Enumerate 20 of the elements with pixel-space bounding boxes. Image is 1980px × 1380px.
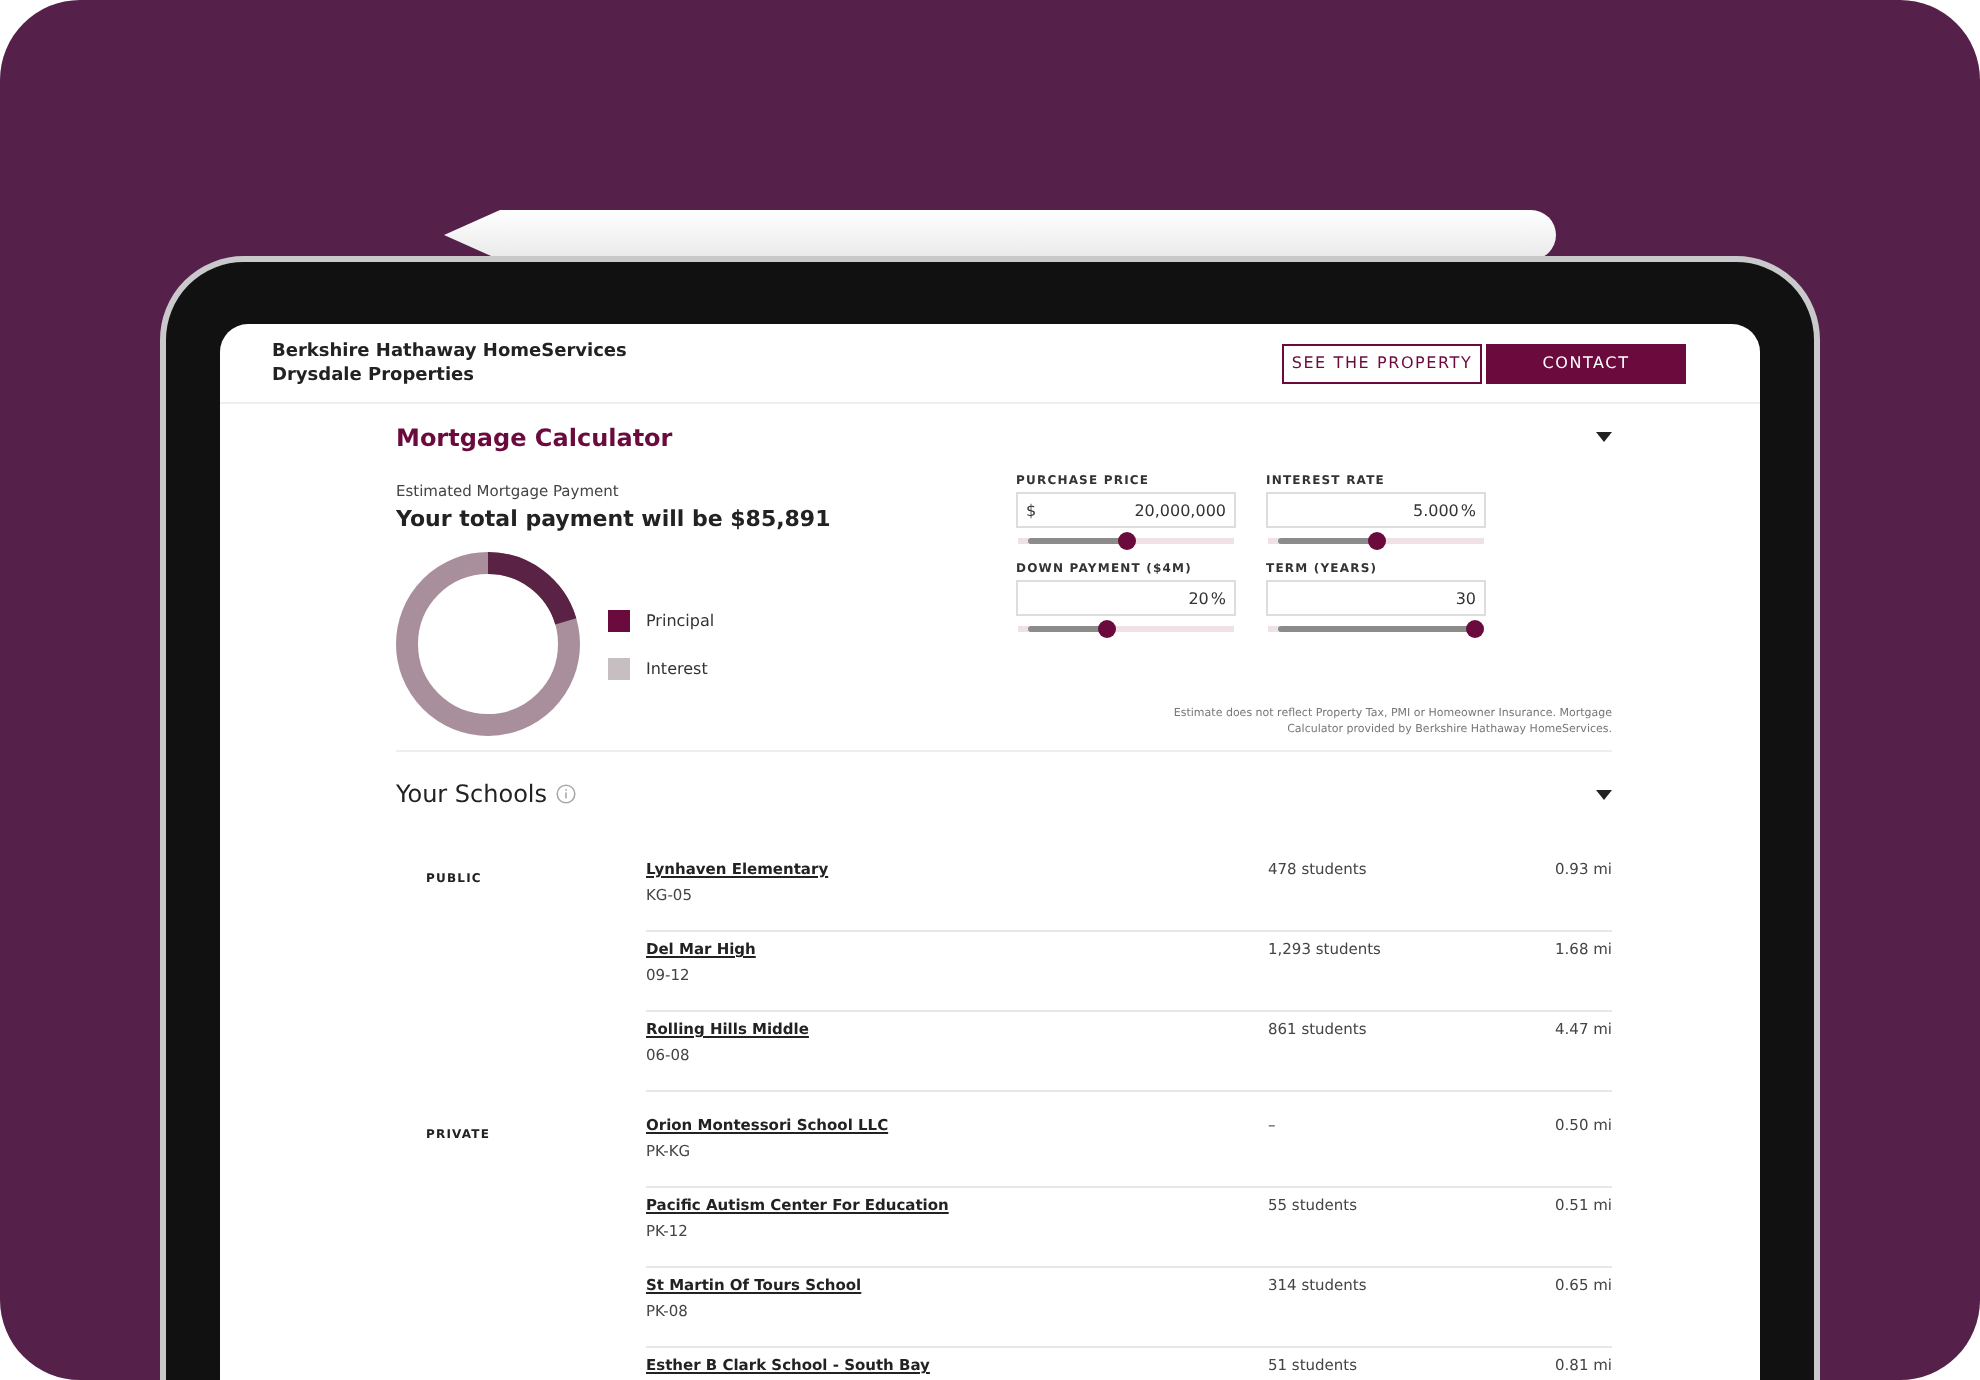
caret-icon[interactable] (1596, 789, 1612, 799)
input-field[interactable]: 30 (1266, 580, 1486, 616)
input-field[interactable]: $ 20,000,000 (1016, 492, 1236, 528)
brand-name: Drysdale Properties (272, 363, 477, 387)
slider-handle[interactable] (1466, 620, 1484, 638)
contact-button[interactable]: CONTACT (1486, 343, 1686, 383)
section-title: Your Schools (396, 780, 548, 808)
property-button[interactable]: SEE THE PROPERTY (1282, 343, 1482, 383)
slider-track[interactable] (1268, 620, 1484, 638)
legend-label: Principal (646, 611, 715, 629)
caret-icon[interactable] (1596, 432, 1612, 442)
input-field[interactable]: 20% (1016, 580, 1236, 616)
input-field[interactable]: 5.000% (1266, 492, 1486, 528)
slider-handle[interactable] (1097, 620, 1116, 638)
legend-label: Interest (646, 659, 708, 677)
section-title: Mortgage Calculator (396, 423, 673, 451)
slider-handle[interactable] (1367, 532, 1385, 550)
payment-total: Your total payment will be $85,891 (396, 506, 831, 532)
slider-handle[interactable] (1117, 532, 1135, 550)
brand-name: Berkshire Hathaway HomeServices (272, 339, 627, 363)
